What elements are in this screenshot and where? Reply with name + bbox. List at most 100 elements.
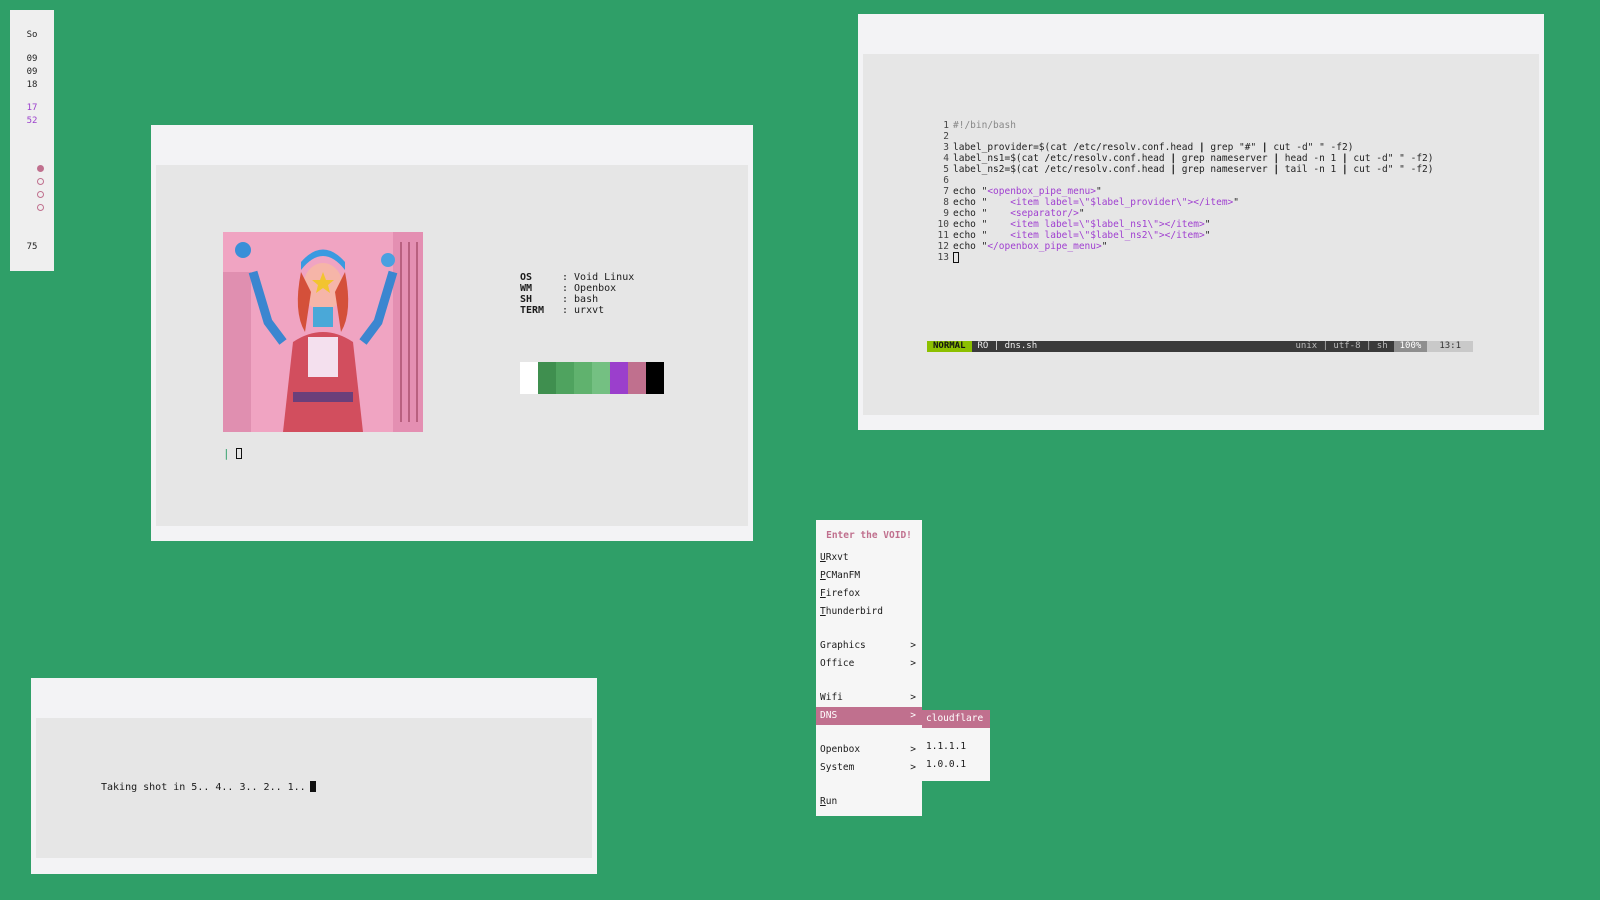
prompt-symbol: | — [223, 447, 230, 460]
dns-submenu[interactable]: cloudflare 1.1.1.1 1.0.0.1 — [922, 710, 990, 781]
line-content: label_ns2=$(cat /etc/resolv.conf.head | … — [953, 164, 1434, 175]
block-cursor — [309, 781, 316, 792]
menu-title: Enter the VOID! — [826, 530, 912, 541]
menu-item-label: Firefox — [820, 588, 861, 599]
menu-item-label: System — [820, 762, 855, 773]
line-content: label_ns1=$(cat /etc/resolv.conf.head | … — [953, 153, 1434, 164]
dns-submenu-item[interactable]: 1.1.1.1 — [922, 738, 990, 756]
palette-swatch — [628, 362, 646, 394]
menu-item-system[interactable]: System > — [816, 759, 922, 777]
countdown-output: Taking shot in 5.. 4.. 3.. 2.. 1.. — [101, 781, 316, 793]
date-year: 18 — [26, 80, 38, 90]
mode-indicator: NORMAL — [927, 341, 972, 352]
menu-item-label: Run — [820, 796, 838, 807]
palette-swatch — [574, 362, 592, 394]
line-content: label_provider=$(cat /etc/resolv.conf.he… — [953, 142, 1354, 153]
code-line[interactable]: 8 echo " <item label=\"$label_provider\">… — [935, 197, 1434, 208]
code-line[interactable]: 5 label_ns2=$(cat /etc/resolv.conf.head |… — [935, 164, 1434, 175]
terminal-body[interactable]: Taking shot in 5.. 4.. 3.. 2.. 1.. — [36, 718, 592, 858]
menu-item-thunderbird[interactable]: Thunderbird — [816, 603, 922, 621]
line-content: echo " <item label=\"$label_ns2\"></item… — [953, 230, 1211, 241]
workspace-1-indicator[interactable] — [37, 165, 44, 172]
line-content: echo "</openbox_pipe_menu>" — [953, 241, 1108, 252]
menu-item-label: PCManFM — [820, 570, 861, 581]
workspace-4-indicator[interactable] — [37, 204, 44, 211]
info-row-os: OS: Void Linux — [520, 272, 635, 283]
status-bar: So 09 09 18 17 52 75 — [10, 10, 54, 271]
dns-submenu-item[interactable]: cloudflare — [922, 710, 990, 728]
line-number: 9 — [943, 208, 949, 219]
code-line[interactable]: 13 — [935, 252, 1434, 264]
workspace-2-indicator[interactable] — [37, 178, 44, 185]
volume-label: 75 — [26, 242, 38, 252]
clock-minute: 52 — [26, 116, 38, 126]
shell-prompt[interactable]: | — [223, 447, 243, 460]
date-month: 09 — [26, 67, 38, 77]
code-line[interactable]: 12 echo "</openbox_pipe_menu>" — [935, 241, 1434, 252]
line-number: 11 — [937, 230, 949, 241]
info-row-sh: SH: bash — [520, 294, 599, 305]
palette-swatch — [538, 362, 556, 394]
line-content: #!/bin/bash — [953, 120, 1016, 131]
vim-editor-window[interactable]: 1 #!/bin/bash 2 3 label_provider=$(cat /etc/… — [858, 14, 1544, 430]
system-info: OS: Void Linux WM: Openbox SH: bash TERM… — [520, 272, 634, 316]
line-number: 13 — [937, 252, 949, 263]
line-number: 4 — [943, 153, 949, 164]
menu-item-run[interactable]: Run — [816, 793, 922, 811]
menu-item-dns[interactable]: DNS > — [816, 707, 922, 725]
chevron-right-icon: > — [910, 658, 916, 669]
line-number: 2 — [943, 131, 949, 142]
menu-item-label: Thunderbird — [820, 606, 883, 617]
palette-swatch — [592, 362, 610, 394]
cursor-position: 13:1 — [1427, 341, 1473, 352]
chevron-right-icon: > — [910, 710, 916, 721]
chevron-right-icon: > — [910, 640, 916, 651]
file-name: RO | dns.sh — [971, 341, 1044, 352]
menu-item-openbox[interactable]: Openbox > — [816, 741, 922, 759]
line-number: 3 — [943, 142, 949, 153]
code-line[interactable]: 11 echo " <item label=\"$label_ns2\"></it… — [935, 230, 1434, 241]
screenshot-terminal-window[interactable]: Taking shot in 5.. 4.. 3.. 2.. 1.. — [31, 678, 597, 874]
code-line[interactable]: 7 echo "<openbox_pipe_menu>" — [935, 186, 1434, 197]
menu-item-label: DNS — [820, 710, 838, 721]
menu-item-firefox[interactable]: Firefox — [816, 585, 922, 603]
terminal-body[interactable]: OS: Void Linux WM: Openbox SH: bash TERM… — [156, 165, 748, 526]
text-cursor — [236, 448, 243, 459]
menu-item-label: Openbox — [820, 744, 861, 755]
code-line[interactable]: 4 label_ns1=$(cat /etc/resolv.conf.head |… — [935, 153, 1434, 164]
info-row-term: TERM: urxvt — [520, 305, 605, 316]
day-label: So — [26, 30, 38, 40]
openbox-root-menu[interactable]: Enter the VOID! URxvt PCManFM Firefox Thund… — [816, 520, 922, 816]
menu-item-label: URxvt — [820, 552, 849, 563]
vim-statusline: NORMAL RO | dns.sh unix | utf-8 | sh 100… — [927, 341, 1473, 352]
info-row-wm: WM: Openbox — [520, 283, 617, 294]
anime-artwork-image — [223, 232, 423, 432]
line-number: 1 — [943, 120, 949, 131]
code-line[interactable]: 2 — [935, 131, 1434, 142]
scroll-percent: 100% — [1393, 341, 1428, 352]
color-palette — [520, 362, 664, 394]
menu-item-office[interactable]: Office > — [816, 655, 922, 673]
menu-item-label: Office — [820, 658, 855, 669]
code-line[interactable]: 9 echo " <separator/>" — [935, 208, 1434, 219]
workspace-3-indicator[interactable] — [37, 191, 44, 198]
line-content: echo " <separator/>" — [953, 208, 1085, 219]
code-line[interactable]: 10 echo " <item label=\"$label_ns1\"></it… — [935, 219, 1434, 230]
menu-item-wifi[interactable]: Wifi > — [816, 689, 922, 707]
line-content: echo " <item label=\"$label_ns1\"></item… — [953, 219, 1211, 230]
code-line[interactable]: 3 label_provider=$(cat /etc/resolv.conf.h… — [935, 142, 1434, 153]
date-day: 09 — [26, 54, 38, 64]
menu-item-pcmanfm[interactable]: PCManFM — [816, 567, 922, 585]
dns-submenu-item[interactable]: 1.0.0.1 — [922, 756, 990, 774]
code-view[interactable]: 1 #!/bin/bash 2 3 label_provider=$(cat /etc/… — [935, 120, 1434, 264]
code-line[interactable]: 6 — [935, 175, 1434, 186]
editor-body[interactable]: 1 #!/bin/bash 2 3 label_provider=$(cat /etc/… — [863, 54, 1539, 415]
statusline-spacer — [1043, 341, 1290, 352]
line-number: 5 — [943, 164, 949, 175]
fetch-terminal-window[interactable]: OS: Void Linux WM: Openbox SH: bash TERM… — [151, 125, 753, 541]
menu-item-urxvt[interactable]: URxvt — [816, 549, 922, 567]
code-line[interactable]: 1 #!/bin/bash — [935, 120, 1434, 131]
palette-swatch — [556, 362, 574, 394]
menu-item-label: Wifi — [820, 692, 843, 703]
menu-item-graphics[interactable]: Graphics > — [816, 637, 922, 655]
